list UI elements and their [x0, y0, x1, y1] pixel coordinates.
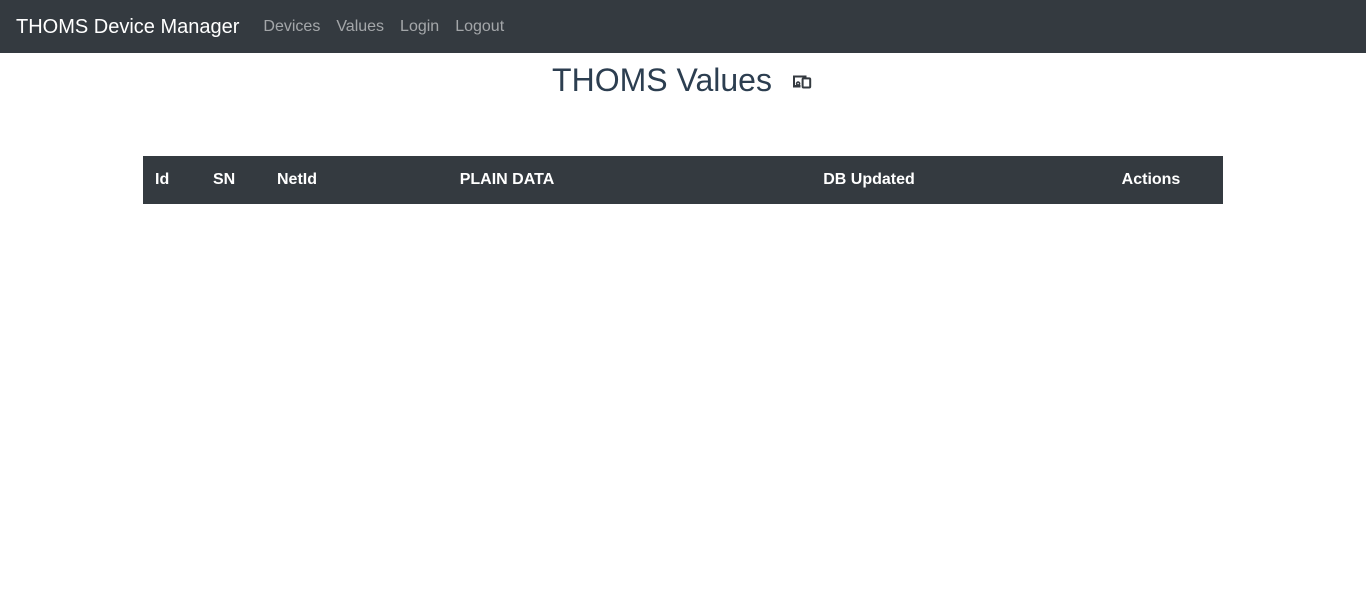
column-header-db-updated[interactable]: DB Updated: [659, 156, 1079, 204]
navbar: THOMS Device Manager Devices Values Logi…: [0, 0, 1366, 53]
nav-links: Devices Values Login Logout: [255, 15, 512, 39]
nav-link-logout[interactable]: Logout: [447, 15, 512, 39]
brand-link[interactable]: THOMS Device Manager: [16, 15, 239, 39]
table-header-row: Id SN NetId PLAIN DATA DB Updated Action…: [143, 156, 1223, 204]
nav-link-devices[interactable]: Devices: [255, 15, 328, 39]
devices-icon[interactable]: [790, 68, 814, 92]
nav-link-values[interactable]: Values: [328, 15, 392, 39]
nav-link-login[interactable]: Login: [392, 15, 447, 39]
devices-icon-svg: [792, 75, 812, 89]
page-title: THOMS Values: [552, 62, 772, 98]
column-header-actions[interactable]: Actions: [1079, 156, 1223, 204]
values-table: Id SN NetId PLAIN DATA DB Updated Action…: [143, 156, 1223, 204]
page-header: THOMS Values: [0, 60, 1366, 100]
column-header-plain-data[interactable]: PLAIN DATA: [355, 156, 659, 204]
values-table-container: Id SN NetId PLAIN DATA DB Updated Action…: [143, 156, 1223, 204]
column-header-sn[interactable]: SN: [201, 156, 265, 204]
table-header: Id SN NetId PLAIN DATA DB Updated Action…: [143, 156, 1223, 204]
column-header-id[interactable]: Id: [143, 156, 201, 204]
column-header-netid[interactable]: NetId: [265, 156, 355, 204]
